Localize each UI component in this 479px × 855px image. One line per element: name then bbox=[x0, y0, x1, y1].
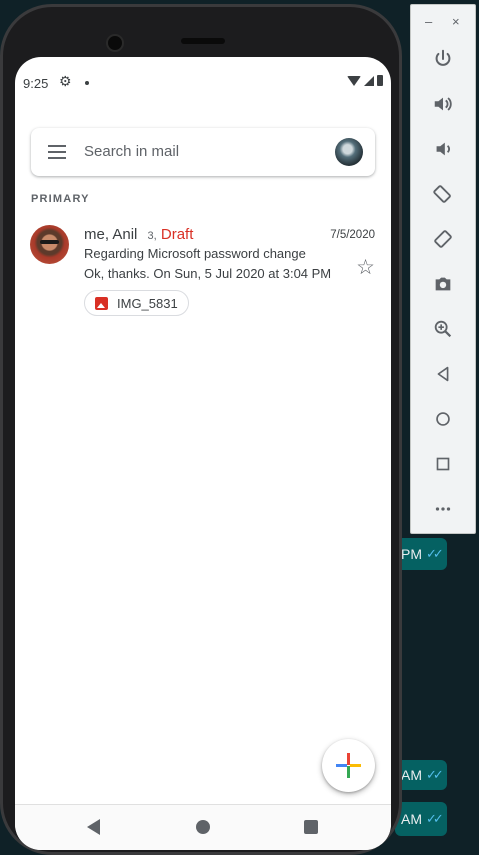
close-button[interactable]: × bbox=[452, 14, 460, 29]
camera-icon[interactable] bbox=[430, 271, 456, 297]
zoom-icon[interactable] bbox=[430, 316, 456, 342]
read-ticks-icon: ✓✓ bbox=[426, 811, 444, 826]
search-bar[interactable]: Search in mail bbox=[31, 128, 375, 176]
wifi-icon bbox=[347, 75, 361, 86]
search-input[interactable]: Search in mail bbox=[84, 143, 179, 160]
volume-up-icon[interactable] bbox=[430, 91, 456, 117]
more-icon[interactable] bbox=[430, 496, 456, 522]
earpiece-speaker bbox=[181, 38, 225, 44]
section-label: PRIMARY bbox=[31, 193, 90, 205]
compose-plus-icon bbox=[336, 753, 361, 778]
mail-list-item[interactable]: me, Anil 3, Draft 7/5/2020 Regarding Mic… bbox=[15, 215, 391, 323]
mail-sender: me, Anil bbox=[84, 226, 138, 243]
notification-dot-icon bbox=[85, 81, 89, 85]
navigation-bar bbox=[15, 804, 391, 850]
draft-label: Draft bbox=[160, 226, 194, 243]
front-camera bbox=[106, 34, 124, 52]
mail-sender-line: me, Anil 3, Draft bbox=[84, 226, 193, 243]
phone-screen: 9:25 ⚙ Search in mail PRIMARY me, Anil 3… bbox=[15, 57, 391, 850]
cell-signal-icon bbox=[364, 75, 374, 86]
chat-bubble: AM ✓✓ bbox=[395, 760, 447, 790]
account-avatar[interactable] bbox=[335, 138, 363, 166]
settings-notification-icon: ⚙ bbox=[59, 73, 72, 89]
rotate-left-icon[interactable] bbox=[430, 181, 456, 207]
chat-bubble: PM ✓✓ bbox=[395, 538, 447, 570]
volume-down-icon[interactable] bbox=[430, 136, 456, 162]
status-bar: 9:25 ⚙ bbox=[15, 57, 391, 109]
battery-icon bbox=[377, 75, 383, 86]
back-icon[interactable] bbox=[430, 361, 456, 387]
power-icon[interactable] bbox=[430, 46, 456, 72]
compose-button[interactable] bbox=[322, 739, 375, 792]
phone-frame: 9:25 ⚙ Search in mail PRIMARY me, Anil 3… bbox=[0, 4, 402, 855]
minimize-button[interactable]: – bbox=[425, 14, 432, 29]
read-ticks-icon: ✓✓ bbox=[426, 546, 444, 561]
hamburger-menu-icon[interactable] bbox=[48, 145, 66, 159]
mail-subject: Regarding Microsoft password change bbox=[84, 246, 306, 261]
home-icon[interactable] bbox=[430, 406, 456, 432]
sender-avatar[interactable] bbox=[30, 225, 69, 264]
rotate-right-icon[interactable] bbox=[430, 226, 456, 252]
star-icon[interactable]: ☆ bbox=[356, 257, 375, 278]
mail-thread-count: 3, bbox=[147, 230, 157, 242]
attachment-name: IMG_5831 bbox=[117, 295, 178, 311]
chat-bubble-time: PM bbox=[401, 546, 422, 562]
sunglasses-shape bbox=[40, 240, 59, 244]
emulator-toolbar: – × bbox=[410, 4, 476, 534]
image-icon bbox=[95, 296, 108, 310]
chat-bubble: AM ✓✓ bbox=[395, 802, 447, 836]
attachment-chip[interactable]: IMG_5831 bbox=[84, 290, 189, 316]
overview-icon[interactable] bbox=[430, 451, 456, 477]
read-ticks-icon: ✓✓ bbox=[426, 767, 444, 782]
chat-bubble-time: AM bbox=[401, 767, 422, 783]
mail-snippet: Ok, thanks. On Sun, 5 Jul 2020 at 3:04 P… bbox=[84, 266, 332, 281]
status-time: 9:25 bbox=[23, 76, 49, 91]
chat-bubble-time: AM bbox=[401, 811, 422, 827]
status-icons bbox=[347, 75, 383, 86]
nav-home-button[interactable] bbox=[196, 820, 210, 834]
nav-back-button[interactable] bbox=[87, 819, 100, 835]
mail-date: 7/5/2020 bbox=[330, 229, 375, 241]
nav-recents-button[interactable] bbox=[304, 820, 318, 834]
